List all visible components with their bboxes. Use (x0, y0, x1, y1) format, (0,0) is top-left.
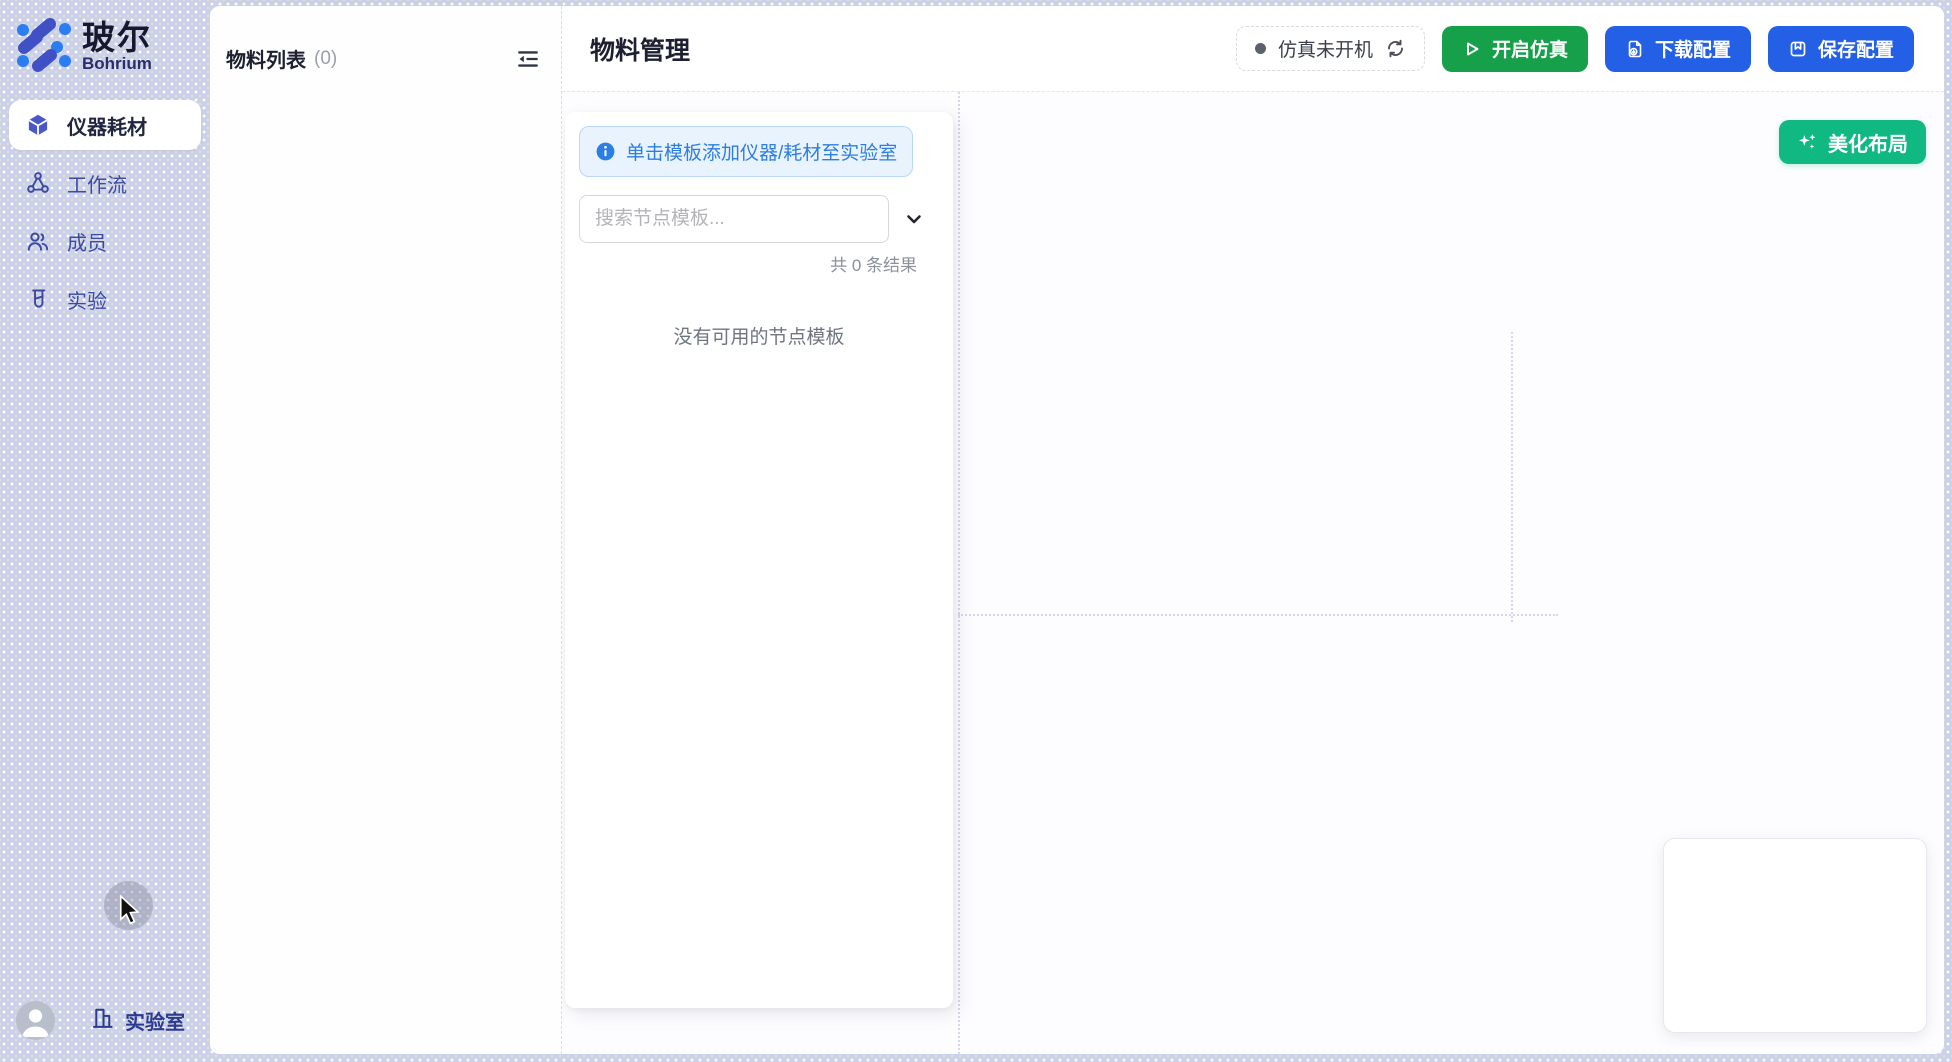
template-hint-banner: 单击模板添加仪器/耗材至实验室 (579, 126, 913, 177)
minimap-panel[interactable] (1663, 838, 1927, 1033)
materials-list-panel: 物料列表 (0) (210, 6, 561, 1054)
sidebar-item-label: 工作流 (67, 169, 127, 198)
building-icon (89, 1004, 116, 1037)
content-area: 物料列表 (0) 物料管理 仿真未开机 (210, 6, 1944, 1054)
bohrium-logo-icon (14, 16, 72, 79)
save-config-button[interactable]: 保存配置 (1768, 26, 1914, 72)
brand-name-zh: 玻尔 (82, 21, 152, 56)
download-config-label: 下载配置 (1655, 35, 1731, 62)
header-actions: 仿真未开机 (1236, 26, 1914, 72)
chevron-down-icon[interactable] (897, 202, 931, 236)
brand-logo: 玻尔 Bohrium (14, 16, 152, 79)
canvas-gridline (958, 92, 960, 1054)
template-hint-text: 单击模板添加仪器/耗材至实验室 (626, 138, 897, 165)
workflow-icon (26, 171, 50, 195)
user-avatar[interactable] (16, 1001, 55, 1040)
sidebar-footer: 实验室 (16, 1001, 185, 1040)
sparkles-icon (1797, 132, 1818, 153)
refresh-icon[interactable] (1385, 38, 1406, 59)
save-icon (1788, 39, 1808, 59)
node-template-panel: 单击模板添加仪器/耗材至实验室 共 0 条结果 没有可用的节点模板 (565, 112, 953, 1008)
play-icon (1462, 39, 1482, 59)
lab-entry[interactable]: 实验室 (89, 1004, 185, 1037)
beautify-layout-button[interactable]: 美化布局 (1779, 120, 1926, 164)
sidebar-item-workflow[interactable]: 工作流 (9, 158, 201, 208)
search-template-input[interactable] (579, 195, 889, 243)
file-download-icon (1625, 39, 1645, 59)
simulation-status-label: 仿真未开机 (1278, 35, 1373, 62)
canvas-gridline (1511, 332, 1513, 622)
experiment-icon (26, 287, 50, 311)
results-count: 共 0 条结果 (579, 251, 939, 276)
beautify-layout-label: 美化布局 (1828, 128, 1908, 157)
sidebar: 玻尔 Bohrium 仪器耗材 工作流 (0, 0, 210, 1062)
empty-templates-text: 没有可用的节点模板 (579, 322, 939, 349)
members-icon (26, 229, 50, 253)
collapse-panel-button[interactable] (515, 46, 541, 72)
sidebar-item-instruments[interactable]: 仪器耗材 (9, 100, 201, 150)
sidebar-item-label: 仪器耗材 (67, 111, 147, 140)
status-dot-icon (1255, 43, 1266, 54)
sidebar-item-label: 实验 (67, 285, 107, 314)
materials-list-count: (0) (314, 48, 337, 70)
start-simulation-label: 开启仿真 (1492, 35, 1568, 62)
sidebar-item-members[interactable]: 成员 (9, 216, 201, 266)
layout-canvas[interactable]: 单击模板添加仪器/耗材至实验室 共 0 条结果 没有可用的节点模板 (562, 92, 1944, 1054)
materials-list-title: 物料列表 (226, 44, 306, 73)
cube-icon (26, 113, 50, 137)
info-icon (595, 141, 616, 162)
sidebar-menu: 仪器耗材 工作流 成员 (0, 100, 210, 324)
start-simulation-button[interactable]: 开启仿真 (1442, 26, 1588, 72)
main-column: 物料管理 仿真未开机 (561, 6, 1944, 1054)
brand-name-en: Bohrium (82, 55, 152, 74)
sidebar-item-label: 成员 (67, 227, 107, 256)
save-config-label: 保存配置 (1818, 35, 1894, 62)
page-header: 物料管理 仿真未开机 (562, 6, 1944, 92)
download-config-button[interactable]: 下载配置 (1605, 26, 1751, 72)
lab-entry-label: 实验室 (125, 1006, 185, 1035)
simulation-status-badge[interactable]: 仿真未开机 (1236, 26, 1425, 71)
sidebar-item-experiment[interactable]: 实验 (9, 274, 201, 324)
mouse-cursor (118, 895, 146, 930)
page-title: 物料管理 (590, 31, 690, 67)
canvas-gridline (958, 614, 1558, 616)
